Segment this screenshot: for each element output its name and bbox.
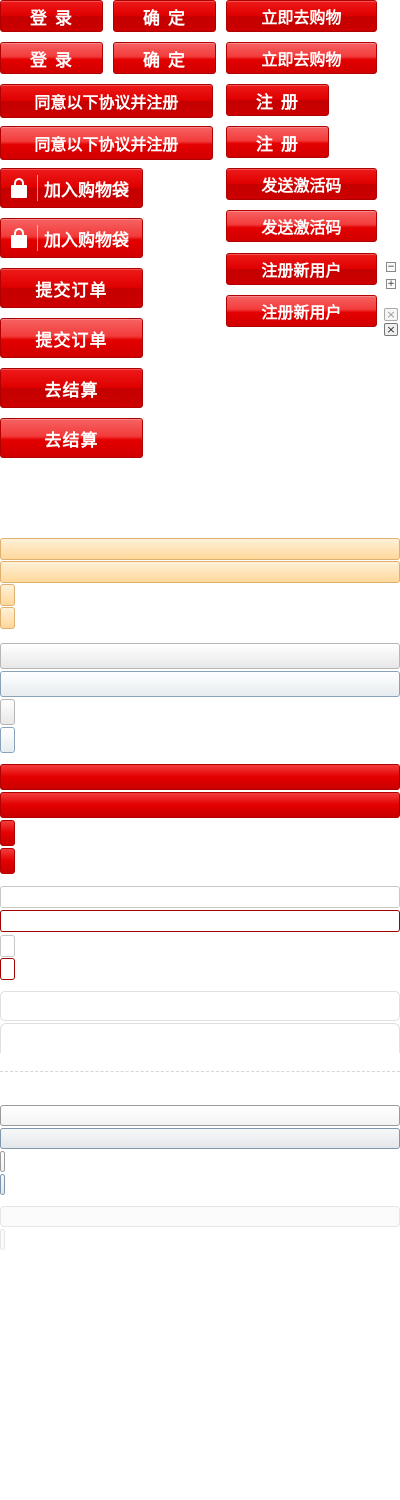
expand-icon[interactable]: + [386,279,396,289]
gray-bar-cap [0,699,15,725]
login-button-hover-label: 登 录 [30,50,73,71]
gray-blue-bar [0,671,400,697]
orange-bar-cap-hover [0,607,15,629]
register-button-hover-label: 注 册 [256,134,299,155]
buy-now-button-hover[interactable]: 立即去购物 [226,42,377,74]
submit-order-button[interactable]: 提交订单 [0,268,143,308]
register-new-user-button[interactable]: 注册新用户 [226,253,377,285]
buy-now-hover-label: 立即去购物 [261,50,342,69]
submit-order-hover-label: 提交订单 [35,330,108,351]
confirm-button-hover-label: 确 定 [143,50,186,71]
field-bar-focus [0,1128,400,1149]
bag-divider [37,175,38,201]
orange-bar-cap [0,584,15,606]
register-button-label: 注 册 [256,92,299,113]
shopping-bag-icon [11,178,27,198]
confirm-button[interactable]: 确 定 [113,0,216,32]
add-to-bag-button[interactable]: 加入购物袋 [0,168,143,208]
bag-divider [37,225,38,251]
field-bar [0,1105,400,1126]
light-bar [0,1206,400,1227]
add-to-bag-label: 加入购物袋 [44,180,129,201]
send-activation-button-hover[interactable]: 发送激活码 [226,210,377,242]
send-activation-button[interactable]: 发送激活码 [226,168,377,200]
gray-bar [0,643,400,669]
red-bar-hover [0,792,400,818]
light-bar-cap [0,1229,5,1250]
field-bar-focus-cap [0,1174,5,1195]
close-hover-icon[interactable]: × [384,323,398,336]
register-new-user-label: 注册新用户 [261,261,342,280]
agree-register-label: 同意以下协议并注册 [34,93,179,112]
panel-frame-open [0,1023,400,1053]
orange-bar [0,538,400,560]
shopping-bag-icon [11,228,27,248]
confirm-button-hover[interactable]: 确 定 [113,42,216,74]
login-button-hover[interactable]: 登 录 [0,42,103,74]
register-new-user-button-hover[interactable]: 注册新用户 [226,295,377,327]
checkout-button[interactable]: 去结算 [0,368,143,408]
checkout-hover-label: 去结算 [44,430,99,451]
close-icon[interactable]: × [384,308,398,321]
register-button[interactable]: 注 册 [226,84,329,116]
register-new-user-hover-label: 注册新用户 [261,303,342,322]
input-frame [0,886,400,908]
send-activation-label: 发送激活码 [261,176,342,195]
login-button[interactable]: 登 录 [0,0,103,32]
add-to-bag-hover-label: 加入购物袋 [44,230,129,251]
red-bar-cap [0,820,15,846]
dashed-divider [0,1071,400,1072]
send-activation-hover-label: 发送激活码 [261,218,342,237]
collapse-icon[interactable]: − [386,262,396,272]
agree-register-button[interactable]: 同意以下协议并注册 [0,84,213,118]
login-button-label: 登 录 [30,8,73,29]
red-bar-cap-hover [0,848,15,874]
agree-register-hover-label: 同意以下协议并注册 [34,135,179,154]
buy-now-label: 立即去购物 [261,8,342,27]
submit-order-label: 提交订单 [35,280,108,301]
checkout-label: 去结算 [44,380,99,401]
field-bar-cap [0,1151,5,1172]
input-frame-error-cap [0,958,15,980]
buy-now-button[interactable]: 立即去购物 [226,0,377,32]
input-frame-cap [0,935,15,957]
red-bar [0,764,400,790]
panel-frame [0,991,400,1021]
agree-register-button-hover[interactable]: 同意以下协议并注册 [0,126,213,160]
input-frame-error [0,910,400,932]
register-button-hover[interactable]: 注 册 [226,126,329,158]
checkout-button-hover[interactable]: 去结算 [0,418,143,458]
submit-order-button-hover[interactable]: 提交订单 [0,318,143,358]
add-to-bag-button-hover[interactable]: 加入购物袋 [0,218,143,258]
gray-blue-bar-cap [0,727,15,753]
confirm-button-label: 确 定 [143,8,186,29]
orange-bar-hover [0,561,400,583]
